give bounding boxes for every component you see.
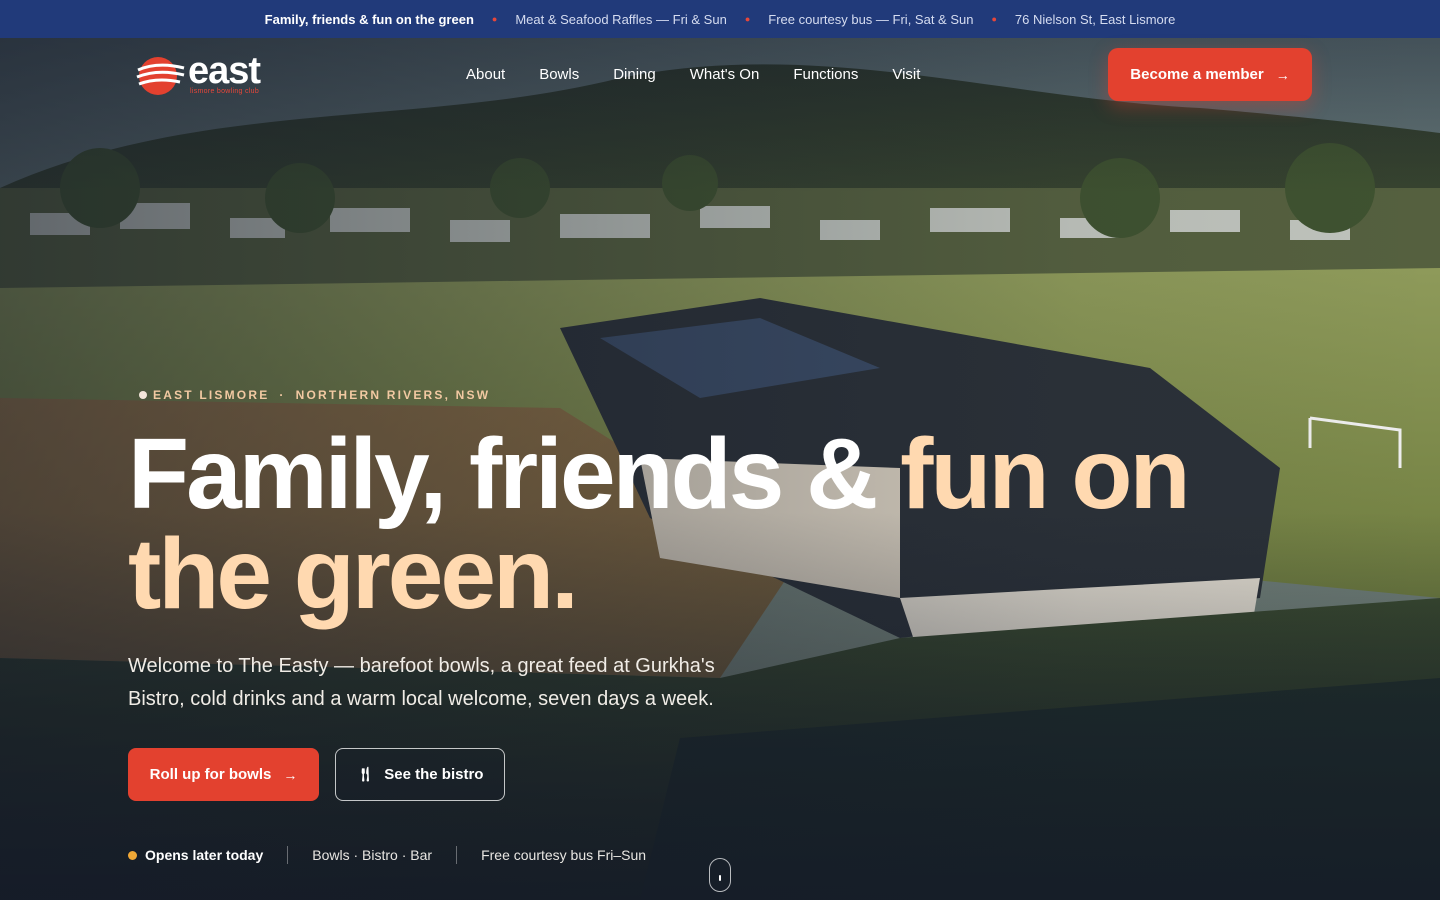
main-nav: About Bowls Dining What's On Functions V… [466,66,954,83]
eyebrow-region: NORTHERN RIVERS, NSW [295,388,491,402]
eyebrow-location: EAST LISMORE [153,388,270,402]
hero-status-row: Opens later today Bowls · Bistro · Bar F… [128,846,646,864]
status-dot-icon [128,850,137,860]
arrow-right-icon: → [1275,66,1290,83]
nav-visit[interactable]: Visit [892,66,920,83]
location-dot-icon [139,391,147,399]
become-member-label: Become a member [1130,66,1264,83]
hero-headline: Family, friends & fun on the green. [128,424,1248,624]
nav-whats-on[interactable]: What's On [690,66,760,83]
brand-tagline: lismore bowling club [190,88,260,95]
see-the-bistro-button[interactable]: 🍴︎ See the bistro [335,748,505,801]
nav-bowls[interactable]: Bowls [539,66,579,83]
headline-white: Family, friends & [128,418,901,530]
become-member-button[interactable]: Become a member → [1108,48,1312,101]
hero-lede: Welcome to The Easty — barefoot bowls, a… [128,655,715,710]
headline-accent-line2: the green. [128,518,579,630]
nav-dining[interactable]: Dining [613,66,656,83]
see-bistro-label: See the bistro [384,766,484,783]
announcement-tagline: Family, friends & fun on the green [264,11,474,27]
offerings-text: Bowls · Bistro · Bar [312,847,433,863]
announcement-address[interactable]: 76 Nielson St, East Lismore [997,12,1193,27]
roll-up-for-bowls-button[interactable]: Roll up for bowls → [128,748,319,801]
announcement-bus[interactable]: Free courtesy bus — Fri, Sat & Sun [750,12,991,27]
nav-about[interactable]: About [466,66,505,83]
announcement-bar: Family, friends & fun on the green ● Mea… [0,0,1440,38]
headline-accent-line1: fun on [900,418,1190,530]
bus-text: Free courtesy bus Fri–Sun [481,847,647,863]
brand-logo[interactable]: east lismore bowling club [134,52,274,100]
bowls-logo-icon [136,57,185,95]
eyebrow-separator: · [279,388,286,402]
arrow-right-icon: → [283,766,298,783]
opening-status: Opens later today [128,847,263,863]
hero-eyebrow: EAST LISMORE · NORTHERN RIVERS, NSW [139,388,490,402]
site-header: east lismore bowling club About Bowls Di… [0,38,1440,112]
roll-up-label: Roll up for bowls [149,766,272,783]
status-divider [456,846,458,864]
brand-wordmark: east [188,50,261,92]
scroll-wheel [719,875,721,881]
scroll-mouse-icon[interactable] [709,858,731,892]
status-divider [287,846,289,864]
announcement-raffles[interactable]: Meat & Seafood Raffles — Fri & Sun [497,12,744,27]
cutlery-icon: 🍴︎ [356,766,375,782]
opening-status-text: Opens later today [145,847,264,863]
nav-functions[interactable]: Functions [793,66,858,83]
